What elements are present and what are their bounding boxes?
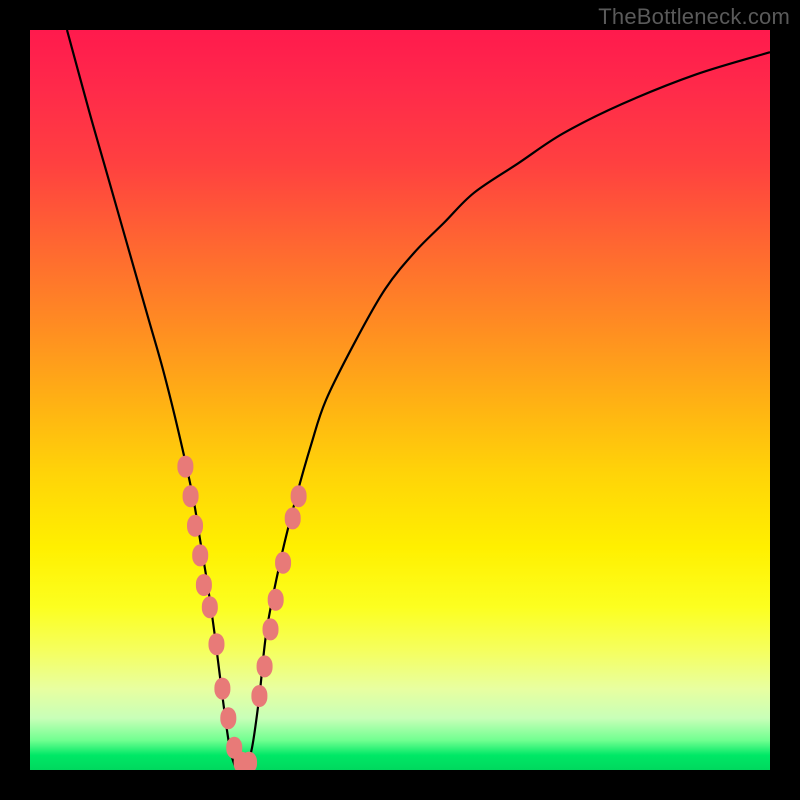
marker-dot: [196, 574, 212, 596]
marker-dot: [285, 507, 301, 529]
marker-dot: [275, 552, 291, 574]
watermark-text: TheBottleneck.com: [598, 4, 790, 30]
marker-dot: [251, 685, 267, 707]
plot-area: [30, 30, 770, 770]
marker-dot: [291, 485, 307, 507]
marker-dot: [183, 485, 199, 507]
marker-dot: [177, 456, 193, 478]
curve-markers: [177, 456, 306, 770]
marker-dot: [257, 655, 273, 677]
marker-dot: [268, 589, 284, 611]
marker-dot: [208, 633, 224, 655]
marker-dot: [202, 596, 218, 618]
marker-dot: [214, 678, 230, 700]
marker-dot: [263, 618, 279, 640]
marker-dot: [192, 544, 208, 566]
chart-frame: TheBottleneck.com: [0, 0, 800, 800]
bottleneck-curve: [67, 30, 770, 770]
marker-dot: [220, 707, 236, 729]
curve-layer: [30, 30, 770, 770]
marker-dot: [187, 515, 203, 537]
